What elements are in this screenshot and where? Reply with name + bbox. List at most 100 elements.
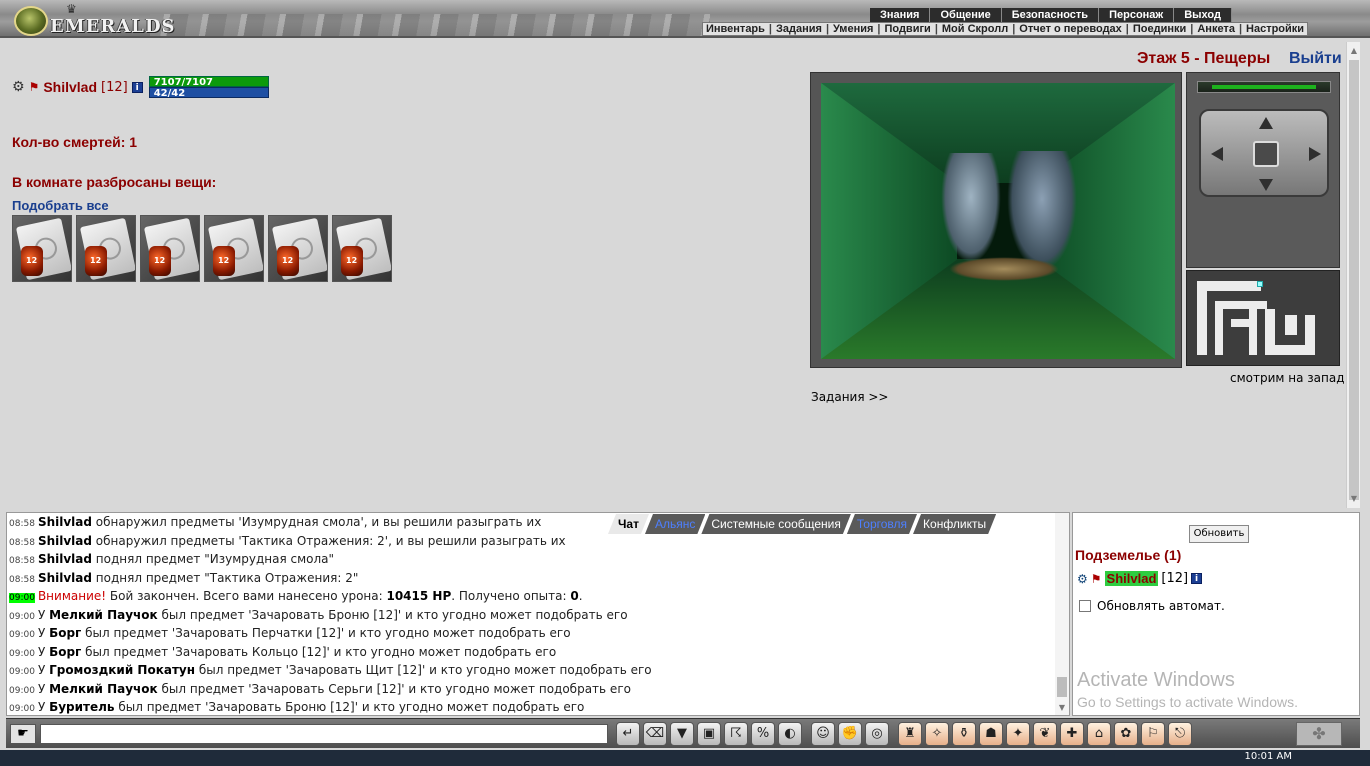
map-cell (1305, 315, 1315, 345)
turn-right-icon[interactable] (1309, 147, 1321, 161)
sound-icon[interactable]: ◐ (778, 722, 802, 746)
chat-text: был предмет 'Зачаровать Кольцо [12]' и к… (81, 644, 557, 659)
nav-exit[interactable]: Выход (1174, 8, 1232, 22)
save-icon[interactable]: ▣ (697, 722, 721, 746)
scrollbar-thumb[interactable] (1349, 60, 1359, 500)
spell-icon[interactable]: ✦ (1006, 722, 1030, 746)
logout-link[interactable]: Выйти (1289, 50, 1342, 68)
helmet-icon[interactable]: ♜ (898, 722, 922, 746)
online-player-name[interactable]: Shilvlad (1104, 571, 1159, 586)
hp-bar: 7107/7107 (148, 76, 269, 88)
cross-icon[interactable]: ✚ (1060, 722, 1084, 746)
move-back-icon[interactable] (1259, 179, 1273, 191)
tab-system-messages[interactable]: Системные сообщения (701, 514, 851, 534)
taskbar-clock: 10:01 AM (1244, 751, 1292, 762)
flag-icon[interactable]: ⚐ (1141, 722, 1165, 746)
subnav-duels[interactable]: Поединки (1130, 23, 1189, 35)
location-title: Этаж 5 - Пещеры (1137, 50, 1271, 67)
sub-nav: Инвентарь | Задания | Умения | Подвиги | Мой… (702, 22, 1309, 36)
smiley-icon[interactable]: ☺ (811, 722, 835, 746)
subnav-skills[interactable]: Умения (830, 23, 876, 35)
chat-bold-text: Мелкий Паучок (49, 681, 158, 696)
auto-refresh-checkbox[interactable] (1079, 600, 1091, 612)
subnav-my-scroll[interactable]: Мой Скролл (939, 23, 1011, 35)
dance-icon[interactable]: ☈ (724, 722, 748, 746)
map-cell (1249, 309, 1257, 355)
subnav-achievements[interactable]: Подвиги (881, 23, 933, 35)
bottle-icon[interactable]: ⚱ (952, 722, 976, 746)
chat-bold-text: Мелкий Паучок (49, 607, 158, 622)
main-scrollbar[interactable]: ▲ ▼ (1346, 42, 1360, 508)
move-forward-icon[interactable] (1259, 117, 1273, 129)
puzzle-icon[interactable]: ✤ (1296, 722, 1342, 746)
scroll-down-icon[interactable]: ▼ (1055, 701, 1069, 715)
player-info-icon[interactable]: i (1191, 573, 1203, 584)
chat-text: обнаружил предметы 'Тактика Отражения: 2… (91, 533, 566, 548)
nav-security[interactable]: Безопасность (1002, 8, 1100, 22)
monster-figure[interactable] (1007, 151, 1077, 271)
item-slot[interactable]: 12 (140, 215, 200, 282)
tab-alliance[interactable]: Альянс (645, 514, 705, 534)
chat-scroll-thumb[interactable] (1057, 677, 1067, 697)
chat-message: 09:00 У Громоздкий Покатун был предмет 'З… (9, 661, 1049, 680)
scroll-up-icon[interactable]: ▲ (1347, 44, 1361, 58)
pickup-all-link[interactable]: Подобрать все (12, 198, 109, 213)
nav-knowledge[interactable]: Знания (870, 8, 931, 22)
chat-message: 08:58 Shilvlad обнаружил предметы 'Тактик… (9, 532, 1049, 551)
scroll-down-icon[interactable]: ▼ (1347, 492, 1361, 506)
chat-bold-text: Буритель (49, 700, 115, 714)
item-slot[interactable]: 12 (76, 215, 136, 282)
pet-icon[interactable]: ❦ (1033, 722, 1057, 746)
subnav-quests[interactable]: Задания (773, 23, 825, 35)
center-action-button[interactable] (1253, 141, 1279, 167)
chat-tabs: Чат Альянс Системные сообщения Торговля … (612, 514, 996, 534)
nav-character[interactable]: Персонаж (1099, 8, 1175, 22)
chat-input[interactable] (40, 724, 608, 744)
fist-icon[interactable]: ✊ (838, 722, 862, 746)
item-slot[interactable]: 12 (12, 215, 72, 282)
chat-timestamp: 09:00 (9, 704, 35, 714)
chat-timestamp: 09:00 (9, 648, 35, 659)
monster-figure[interactable] (941, 153, 1001, 263)
lock-icon[interactable]: ⌂ (1087, 722, 1111, 746)
chat-message: 09:00 У Мелкий Паучок был предмет 'Зачаро… (9, 606, 1049, 625)
auto-refresh-toggle[interactable]: Обновлять автомат. (1079, 599, 1225, 613)
map-cell (1197, 291, 1207, 355)
item-slot[interactable]: 12 (268, 215, 328, 282)
torch-icon[interactable]: ✧ (925, 722, 949, 746)
room-items: 12 12 12 12 12 12 (12, 215, 392, 282)
chat-scrollbar[interactable]: ▼ (1055, 513, 1069, 715)
translate-icon[interactable]: % (751, 722, 775, 746)
chat-message: 08:58 Shilvlad поднял предмет "Тактика От… (9, 569, 1049, 588)
quests-link[interactable]: Задания >> (811, 390, 888, 404)
item-slot[interactable]: 12 (332, 215, 392, 282)
mp-bar: 42/42 (148, 87, 269, 99)
refresh-button[interactable]: Обновить (1189, 525, 1249, 543)
chat-menu-button[interactable]: ☛ (10, 724, 36, 744)
chat-bold-text: Борг (49, 626, 82, 640)
subnav-inventory[interactable]: Инвентарь (703, 23, 768, 35)
tab-trade[interactable]: Торговля (847, 514, 917, 534)
subnav-profile[interactable]: Анкета (1194, 23, 1238, 35)
dungeon-view[interactable] (810, 72, 1182, 368)
send-icon[interactable]: ↵ (616, 722, 640, 746)
subnav-settings[interactable]: Настройки (1243, 23, 1307, 35)
beast-icon[interactable]: ☗ (979, 722, 1003, 746)
disc-icon[interactable]: ◎ (865, 722, 889, 746)
minimap (1186, 270, 1340, 366)
bottom-toolbar: ☛ ↵ ⌫ ▼ ▣ ☈ % ◐ ☺ ✊ ◎ ♜ ✧ ⚱ ☗ ✦ ❦ ✚ ⌂ ✿ … (6, 718, 1360, 748)
player-info-icon[interactable]: i (131, 81, 143, 93)
exit-door-icon[interactable]: ⎋ (1168, 722, 1192, 746)
filter-icon[interactable]: ▼ (670, 722, 694, 746)
chat-message: 08:58 Shilvlad поднял предмет "Изумрудная… (9, 550, 1049, 569)
nav-communication[interactable]: Общение (930, 8, 1002, 22)
eraser-icon[interactable]: ⌫ (643, 722, 667, 746)
subnav-transfer-report[interactable]: Отчет о переводах (1016, 23, 1125, 35)
player-name[interactable]: Shilvlad (43, 79, 97, 95)
turn-left-icon[interactable] (1211, 147, 1223, 161)
group-icon: ⚙ (1077, 571, 1088, 586)
tab-conflicts[interactable]: Конфликты (913, 514, 996, 534)
flower-icon[interactable]: ✿ (1114, 722, 1138, 746)
item-slot[interactable]: 12 (204, 215, 264, 282)
tab-chat[interactable]: Чат (608, 514, 649, 534)
